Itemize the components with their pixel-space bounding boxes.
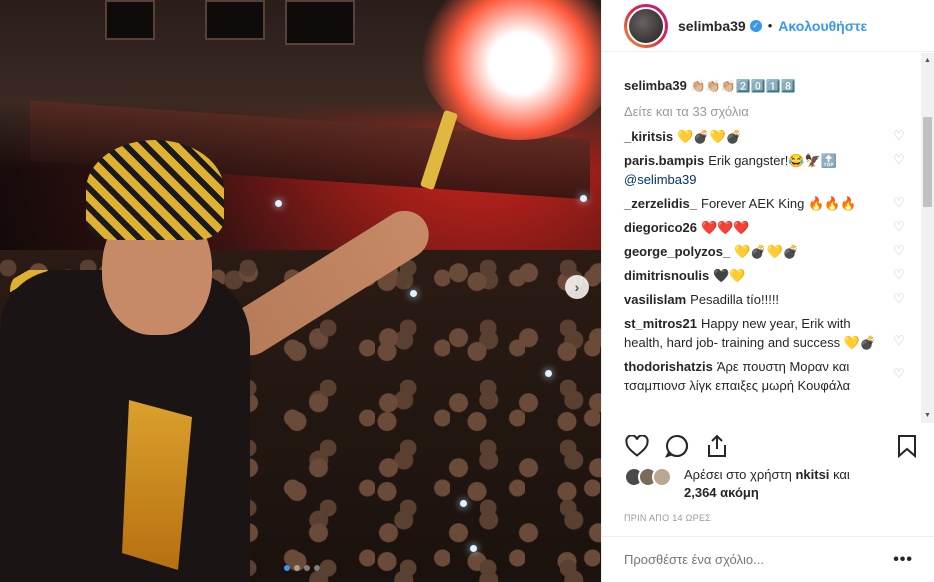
post-photo[interactable]: › (0, 0, 601, 582)
photo-light (410, 290, 417, 297)
like-comment-heart-icon[interactable]: ♡ (893, 196, 906, 209)
liker-avatars[interactable] (624, 466, 680, 490)
comments-list[interactable]: selimba39 👏🏼👏🏼👏🏼2️⃣0️⃣1️⃣8️⃣ Δείτε και τα… (602, 53, 922, 423)
liker-avatar (652, 467, 672, 487)
photo-window (105, 0, 155, 40)
post-header: selimba39 ✓ • Ακολουθήστε (602, 0, 934, 52)
caption-username[interactable]: selimba39 (624, 78, 687, 93)
liker-username[interactable]: nkitsi (795, 467, 829, 482)
comment-mention-link[interactable]: @selimba39 (624, 172, 696, 187)
photo-light (580, 195, 587, 202)
comment-username[interactable]: george_polyzos_ (624, 244, 730, 259)
like-comment-heart-icon[interactable]: ♡ (893, 334, 906, 347)
view-all-comments-link[interactable]: Δείτε και τα 33 σχόλια (624, 104, 906, 119)
carousel-dot (304, 565, 310, 571)
like-comment-heart-icon[interactable]: ♡ (893, 292, 906, 305)
like-heart-icon[interactable] (624, 433, 650, 459)
like-comment-heart-icon[interactable]: ♡ (893, 129, 906, 142)
scrollbar-thumb[interactable] (923, 117, 932, 207)
comment-username[interactable]: st_mitros21 (624, 316, 697, 331)
bookmark-icon[interactable] (894, 433, 920, 459)
carousel-dot (284, 565, 290, 571)
add-comment-input[interactable] (624, 552, 894, 567)
comment-username[interactable]: _kiritsis (624, 129, 673, 144)
post-timestamp[interactable]: ΠΡΙΝ ΑΠΟ 14 ΩΡΕΣ (624, 513, 711, 523)
post-actions-bar (624, 431, 920, 461)
comment-username[interactable]: dimitrisnoulis (624, 268, 709, 283)
photo-window (285, 0, 355, 45)
post-caption: selimba39 👏🏼👏🏼👏🏼2️⃣0️⃣1️⃣8️⃣ (624, 77, 906, 95)
carousel-next-button[interactable]: › (565, 275, 589, 299)
likes-prefix: Αρέσει στο χρήστη (684, 467, 792, 482)
comment-item: _zerzelidis_ Forever AEK King 🔥🔥🔥 ♡ (624, 194, 906, 213)
comment-username[interactable]: diegorico26 (624, 220, 697, 235)
like-comment-heart-icon[interactable]: ♡ (893, 244, 906, 257)
comment-text: Pesadilla tío!!!!! (690, 292, 780, 307)
photo-light (470, 545, 477, 552)
post-side-panel: selimba39 ✓ • Ακολουθήστε selimba39 👏🏼👏🏼👏… (601, 0, 934, 582)
author-avatar[interactable] (624, 3, 668, 48)
author-username[interactable]: selimba39 (678, 18, 746, 34)
like-comment-heart-icon[interactable]: ♡ (893, 220, 906, 233)
carousel-dot (314, 565, 320, 571)
comment-text: ❤️❤️❤️ (700, 220, 750, 235)
caption-text: 👏🏼👏🏼👏🏼2️⃣0️⃣1️⃣8️⃣ (690, 79, 796, 93)
avatar-image (627, 6, 665, 45)
comment-username[interactable]: _zerzelidis_ (624, 196, 697, 211)
photo-window (205, 0, 265, 40)
add-comment-bar: ••• (602, 536, 934, 582)
comment-text: 💛💣💛💣 (734, 244, 799, 259)
carousel-dot (294, 565, 300, 571)
likes-text: Αρέσει στο χρήστη nkitsi και 2,364 ακόμη (684, 466, 850, 502)
comment-item: thodorishatzis Άρε πουστη Μοραν και τσαμπ… (624, 357, 906, 395)
likes-count[interactable]: 2,364 ακόμη (684, 485, 759, 500)
like-comment-heart-icon[interactable]: ♡ (893, 367, 906, 380)
comment-item: dimitrisnoulis 🖤💛 ♡ (624, 266, 906, 285)
chevron-right-icon: › (574, 279, 580, 295)
comment-username[interactable]: thodorishatzis (624, 359, 713, 374)
comment-text: 💛💣💛💣 (677, 129, 742, 144)
scroll-up-arrow-icon[interactable]: ▲ (924, 57, 931, 64)
comment-username[interactable]: vasilislam (624, 292, 686, 307)
photo-light (545, 370, 552, 377)
comment-item: diegorico26 ❤️❤️❤️ ♡ (624, 218, 906, 237)
comment-item: _kiritsis 💛💣💛💣 ♡ (624, 127, 906, 146)
comment-item: vasilislam Pesadilla tío!!!!! ♡ (624, 290, 906, 309)
follow-button[interactable]: Ακολουθήστε (778, 18, 867, 34)
comment-text: Forever AEK King 🔥🔥🔥 (701, 196, 857, 211)
comment-item: st_mitros21 Happy new year, Erik with hea… (624, 314, 906, 352)
follow-separator: • (767, 18, 773, 33)
photo-person-hat (86, 140, 224, 240)
more-options-icon[interactable]: ••• (893, 551, 913, 569)
like-comment-heart-icon[interactable]: ♡ (893, 153, 906, 166)
comment-username[interactable]: paris.bampis (624, 153, 704, 168)
comment-item: paris.bampis Erik gangster!😂🦅🔝 @selimba39… (624, 151, 906, 189)
like-comment-heart-icon[interactable]: ♡ (893, 268, 906, 281)
scroll-down-arrow-icon[interactable]: ▼ (924, 412, 931, 419)
likes-middle: και (833, 467, 850, 482)
comment-text: 🖤💛 (713, 268, 746, 283)
comment-item: george_polyzos_ 💛💣💛💣 ♡ (624, 242, 906, 261)
photo-light (275, 200, 282, 207)
verified-badge-icon: ✓ (749, 19, 762, 32)
comments-scrollbar[interactable]: ▲ ▼ (921, 53, 934, 423)
share-upload-icon[interactable] (704, 433, 730, 459)
photo-light (460, 500, 467, 507)
comment-text: Erik gangster!😂🦅🔝 (708, 153, 837, 168)
comment-bubble-icon[interactable] (664, 433, 690, 459)
carousel-indicator (284, 565, 320, 571)
likes-summary: Αρέσει στο χρήστη nkitsi και 2,364 ακόμη (624, 466, 924, 502)
